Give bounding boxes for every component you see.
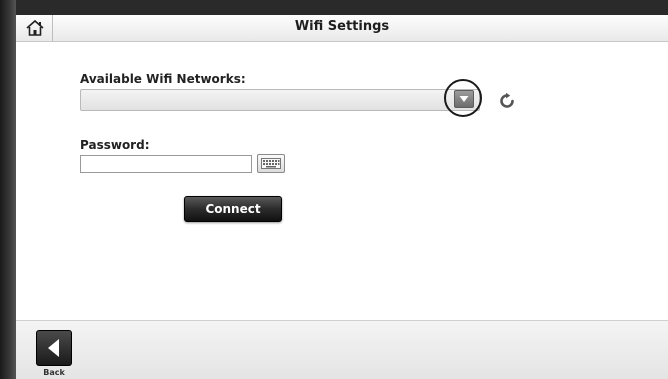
refresh-icon: [500, 92, 514, 108]
title-bar: Wifi Settings: [16, 15, 668, 42]
refresh-networks-button[interactable]: [497, 91, 517, 111]
keyboard-icon: [261, 158, 281, 169]
keyboard-button[interactable]: [257, 154, 285, 173]
password-label: Password:: [80, 138, 150, 152]
screen-bezel-top: [0, 0, 668, 15]
page-title: Wifi Settings: [294, 19, 390, 34]
wifi-settings-screen: Wifi Settings Available Wifi Networks: P…: [0, 0, 668, 379]
chevron-down-icon: [459, 96, 469, 102]
network-dropdown-button[interactable]: [454, 90, 474, 108]
back-arrow-icon: [48, 339, 59, 357]
main-content: Available Wifi Networks: Password: Conne…: [16, 42, 668, 320]
wifi-network-select[interactable]: [80, 89, 480, 111]
back-button[interactable]: [36, 330, 72, 366]
back-label: Back: [43, 368, 65, 377]
available-networks-label: Available Wifi Networks:: [80, 72, 246, 86]
bottom-bar: Back: [16, 320, 668, 379]
screen-bezel-left: [0, 0, 16, 379]
password-field[interactable]: [80, 155, 252, 173]
connect-button[interactable]: Connect: [184, 196, 282, 222]
